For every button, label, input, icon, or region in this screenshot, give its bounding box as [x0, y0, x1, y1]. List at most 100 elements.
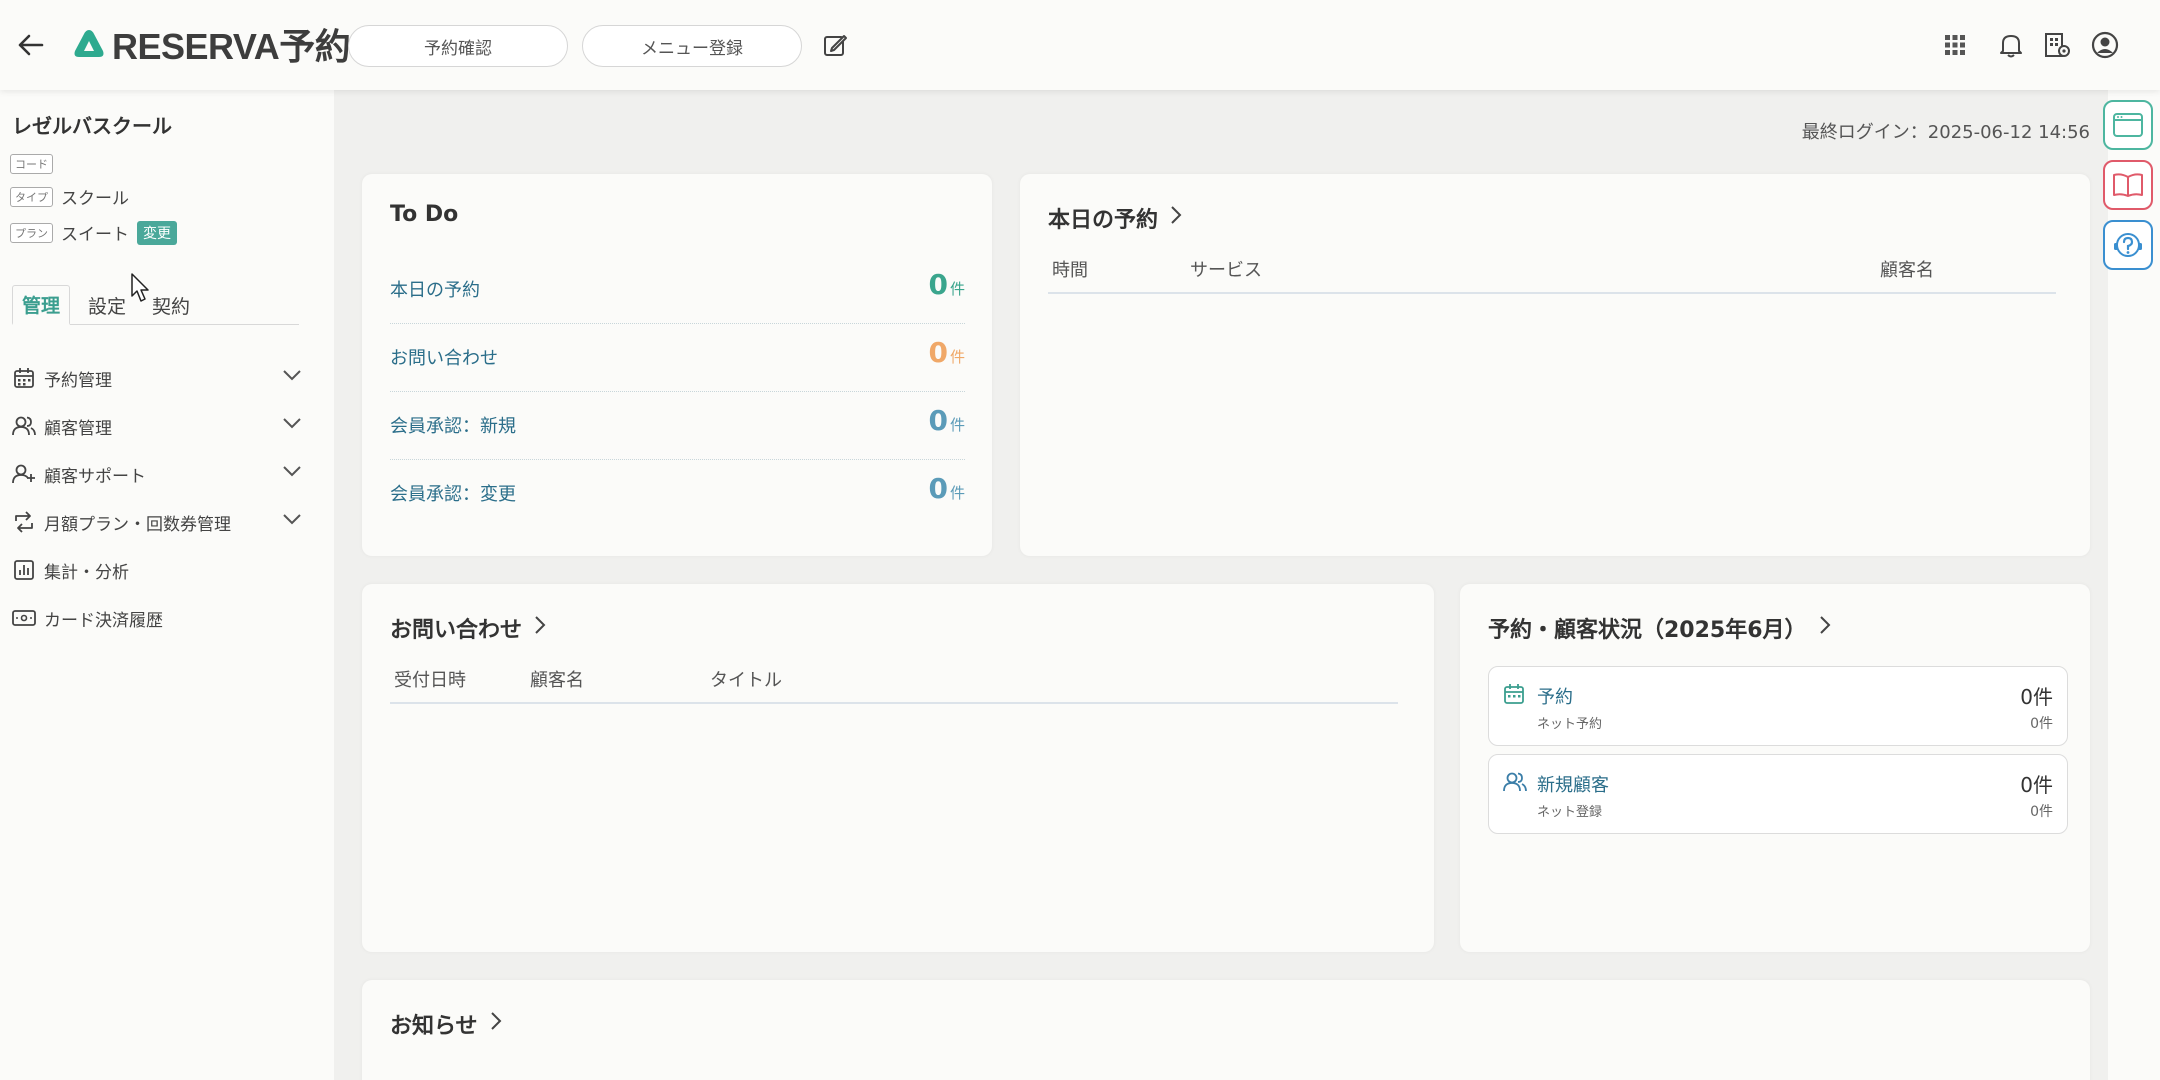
inquiries-link[interactable]: お問い合わせ — [390, 612, 546, 644]
type-tag: タイプ — [10, 186, 53, 207]
user-account-icon[interactable] — [2090, 30, 2120, 60]
support-button[interactable] — [2103, 220, 2153, 270]
code-tag: コード — [10, 154, 53, 174]
building-settings-icon[interactable] — [2042, 30, 2072, 60]
chevron-down-icon — [282, 366, 302, 386]
table-divider — [1048, 292, 2056, 294]
todo-label: お問い合わせ — [390, 348, 498, 369]
news-link[interactable]: お知らせ — [390, 1008, 502, 1040]
menu-register-button[interactable]: メニュー登録 — [582, 25, 802, 67]
table-divider — [390, 702, 1398, 704]
todo-number: 0 — [928, 336, 948, 369]
chevron-right-icon — [490, 1011, 502, 1037]
tab-manage[interactable]: 管理 — [12, 285, 70, 325]
todo-number: 0 — [928, 268, 948, 301]
column-header-time: 時間 — [1052, 260, 1088, 281]
reservation-check-button[interactable]: 予約確認 — [348, 25, 568, 67]
open-book-icon — [2113, 173, 2143, 197]
card-title-text: 予約・顧客状況（2025年6月） — [1488, 618, 1807, 643]
column-header-service: サービス — [1190, 260, 1262, 281]
nav-subscription-management[interactable]: 月額プラン・回数券管理 — [12, 504, 302, 540]
todo-unit: 件 — [949, 280, 965, 298]
nav-label: カード決済履歴 — [44, 610, 163, 631]
calendar-icon — [12, 366, 36, 390]
tab-contract[interactable]: 契約 — [146, 285, 196, 325]
code-row: コード — [10, 154, 61, 174]
todo-count: 0 件 — [929, 268, 966, 301]
todo-unit: 件 — [949, 484, 965, 502]
logo-triangle-icon — [74, 30, 104, 57]
sidebar-tabs: 管理 設定 契約 — [12, 285, 299, 325]
column-header-customer: 顧客名 — [1880, 260, 1934, 281]
status-reservations[interactable]: 予約 ネット予約 0件 0件 — [1488, 666, 2068, 746]
chevron-down-icon — [282, 414, 302, 434]
nav-label: 顧客サポート — [44, 466, 146, 487]
last-login: 最終ログイン：2025-06-12 14:56 — [1801, 122, 2090, 143]
news-card: お知らせ — [362, 980, 2090, 1080]
todo-label: 会員承認：新規 — [390, 416, 516, 437]
todo-title: To Do — [390, 202, 459, 227]
chevron-right-icon — [1170, 205, 1182, 231]
todo-count: 0 件 — [929, 472, 966, 505]
sidebar: レゼルバスクール コード タイプ スクール プラン スイート 変更 管理 設定 … — [0, 90, 334, 1080]
chevron-right-icon — [1819, 615, 1831, 641]
status-card: 予約・顧客状況（2025年6月） 予約 ネット予約 0件 0件 新規顧客 ネット… — [1460, 584, 2090, 952]
status-sub-count: 0件 — [2030, 804, 2053, 820]
card-title-text: お問い合わせ — [390, 618, 523, 643]
user-plus-icon — [12, 462, 36, 486]
chevron-right-icon — [534, 615, 546, 641]
tab-settings[interactable]: 設定 — [82, 285, 132, 325]
chevron-down-icon — [282, 462, 302, 482]
browser-window-icon — [2113, 113, 2143, 137]
todo-row-member-approval-new[interactable]: 会員承認：新規 0 件 — [390, 392, 965, 460]
nav-customer-management[interactable]: 顧客管理 — [12, 408, 302, 444]
status-title: 予約 — [1537, 687, 1573, 708]
back-arrow-icon[interactable] — [14, 28, 48, 62]
todo-number: 0 — [928, 472, 948, 505]
reserva-logo[interactable]: RESERVA予約 — [72, 22, 351, 67]
nav-label: 集計・分析 — [44, 562, 129, 583]
today-reservations-link[interactable]: 本日の予約 — [1048, 202, 1182, 234]
apps-grid-icon[interactable] — [1940, 30, 1970, 60]
nav-label: 月額プラン・回数券管理 — [44, 514, 231, 535]
school-name: レゼルバスクール — [12, 114, 172, 138]
nav-reservation-management[interactable]: 予約管理 — [12, 360, 302, 396]
main-content: 最終ログイン：2025-06-12 14:56 To Do 本日の予約 0 件 … — [334, 90, 2108, 1080]
browser-window-button[interactable] — [2103, 100, 2153, 150]
card-title-text: 本日の予約 — [1048, 208, 1159, 233]
today-reservations-card: 本日の予約 時間 サービス 顧客名 — [1020, 174, 2090, 556]
status-sub-count: 0件 — [2030, 716, 2053, 732]
inquiries-card: お問い合わせ 受付日時 顧客名 タイトル — [362, 584, 1434, 952]
nav-label: 予約管理 — [44, 370, 112, 391]
nav-customer-support[interactable]: 顧客サポート — [12, 456, 302, 492]
bell-icon[interactable] — [1996, 30, 2026, 60]
bar-chart-icon — [12, 558, 36, 582]
column-header-received-at: 受付日時 — [394, 670, 466, 691]
status-link[interactable]: 予約・顧客状況（2025年6月） — [1488, 612, 1831, 644]
logo-text: RESERVA予約 — [112, 26, 351, 67]
status-new-customers[interactable]: 新規顧客 ネット登録 0件 0件 — [1488, 754, 2068, 834]
todo-row-inquiries[interactable]: お問い合わせ 0 件 — [390, 324, 965, 392]
todo-row-member-approval-change[interactable]: 会員承認：変更 0 件 — [390, 460, 965, 528]
todo-unit: 件 — [949, 416, 965, 434]
todo-row-today-reservations[interactable]: 本日の予約 0 件 — [390, 256, 965, 324]
column-header-customer: 顧客名 — [530, 670, 584, 691]
edit-icon[interactable] — [820, 30, 850, 60]
status-count: 0件 — [2020, 685, 2053, 709]
todo-unit: 件 — [949, 348, 965, 366]
status-count: 0件 — [2020, 773, 2053, 797]
mouse-cursor-icon — [131, 273, 149, 302]
nav-analytics[interactable]: 集計・分析 — [12, 552, 302, 588]
type-value: スクール — [61, 189, 129, 209]
todo-number: 0 — [928, 404, 948, 437]
todo-label: 本日の予約 — [390, 280, 480, 301]
manual-book-button[interactable] — [2103, 160, 2153, 210]
plan-change-button[interactable]: 変更 — [137, 220, 177, 245]
todo-count: 0 件 — [929, 336, 966, 369]
type-row: タイプ スクール — [10, 184, 129, 209]
help-headset-icon — [2114, 233, 2142, 257]
status-sub: ネット予約 — [1537, 717, 1603, 732]
top-header: RESERVA予約 予約確認 メニュー登録 — [0, 0, 2160, 90]
nav-card-payment-history[interactable]: カード決済履歴 — [12, 600, 302, 636]
users-icon — [1503, 771, 1527, 797]
